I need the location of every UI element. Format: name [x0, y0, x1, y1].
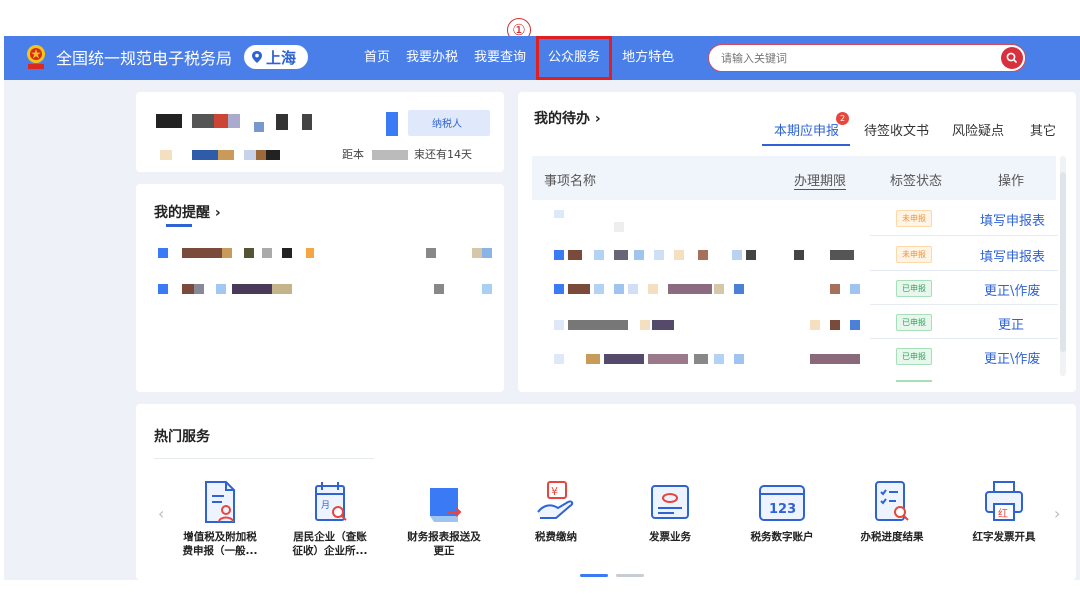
service-label: 增值税及附加税	[183, 531, 257, 543]
site-title: 全国统一规范电子税务局	[56, 49, 233, 68]
service-label: 办税进度结果	[860, 531, 924, 543]
reminders-title[interactable]: 我的提醒 ›	[154, 202, 221, 222]
fee-payment-icon: ¥	[537, 481, 574, 519]
digital-account-icon: 123	[759, 485, 805, 521]
nav-public-service[interactable]: 公众服务	[536, 36, 613, 80]
service-label: 财务报表报送及	[407, 531, 481, 543]
status-badge: 已申报	[896, 280, 932, 297]
report-send-icon	[430, 488, 462, 522]
hot-services-card: 热门服务 ‹ › 增值税及附加税 费申报（一般... 月 居民企业（查账 征收）…	[136, 404, 1076, 580]
svg-text:月: 月	[321, 500, 330, 511]
carousel-dot[interactable]	[616, 574, 644, 577]
document-user-icon	[205, 481, 235, 523]
status-badge: 已申报	[896, 348, 932, 365]
nav-tax-handling[interactable]: 我要办税	[398, 36, 466, 80]
fill-declaration-link[interactable]: 填写申报表	[980, 210, 1045, 229]
status-badge: 已申报	[896, 314, 932, 331]
svg-text:¥: ¥	[551, 485, 558, 498]
service-label: 更正	[433, 545, 455, 557]
tab-risk-doubts[interactable]: 风险疑点	[952, 120, 1004, 139]
dashboard: 纳税人 距本 束还有14天 我的提醒 › 我的待办 › 本期应申报 2 待签收文…	[4, 80, 1080, 580]
table-row	[554, 284, 564, 294]
fill-declaration-link[interactable]: 填写申报表	[980, 246, 1045, 265]
service-label: 征收）企业所...	[292, 545, 368, 557]
todo-card: 我的待办 › 本期应申报 2 待签收文书 风险疑点 其它 事项名称 办理期限 标…	[518, 92, 1076, 392]
service-label: 发票业务	[649, 531, 691, 543]
service-label: 费申报（一般...	[182, 545, 258, 557]
service-item[interactable]: 发票业务	[622, 478, 718, 544]
tab-current-declaration[interactable]: 本期应申报	[774, 120, 839, 139]
city-label: 上海	[266, 48, 297, 67]
status-badge: 未申报	[896, 210, 932, 227]
service-item[interactable]: 月 居民企业（查账 征收）企业所...	[282, 478, 378, 558]
carousel-next-icon[interactable]: ›	[1054, 504, 1060, 523]
service-label: 居民企业（查账	[293, 531, 367, 543]
nav-local-features[interactable]: 地方特色	[614, 36, 682, 80]
col-action: 操作	[998, 174, 1025, 189]
service-label: 红字发票开具	[972, 531, 1036, 543]
service-item[interactable]: ¥ 税费缴纳	[508, 478, 604, 544]
taxpayer-badge: 纳税人	[432, 119, 462, 130]
location-pin-icon	[252, 51, 263, 63]
tab-documents-to-sign[interactable]: 待签收文书	[864, 120, 929, 139]
service-item[interactable]: 123 税务数字账户	[734, 478, 830, 544]
national-emblem-icon	[27, 45, 45, 69]
service-label: 税费缴纳	[535, 531, 577, 543]
city-selector[interactable]: 上海	[244, 45, 309, 69]
table-row	[554, 250, 564, 260]
table-row	[554, 210, 564, 218]
deadline-suffix: 束还有14天	[414, 148, 472, 161]
nav-home[interactable]: 首页	[356, 36, 398, 80]
service-item[interactable]: 办税进度结果	[844, 478, 940, 544]
col-tag-status: 标签状态	[890, 174, 943, 189]
red-invoice-printer-icon: 红	[985, 481, 1023, 521]
table-row	[554, 320, 564, 330]
hot-services-title: 热门服务	[154, 429, 210, 445]
correct-void-link[interactable]: 更正\作废	[984, 280, 1040, 299]
carousel-dot-active[interactable]	[580, 574, 608, 577]
brand[interactable]: 全国统一规范电子税务局 上海	[24, 43, 309, 71]
calendar-search-icon: 月	[315, 482, 347, 521]
svg-text:红: 红	[998, 507, 1008, 520]
todo-scroll-thumb[interactable]	[1060, 172, 1066, 352]
search-input[interactable]	[721, 51, 1001, 65]
main-nav: 首页 我要办税 我要查询 公众服务 地方特色	[356, 36, 682, 80]
tab-badge: 2	[836, 112, 849, 125]
account-card: 纳税人 距本 束还有14天	[136, 92, 504, 172]
carousel-prev-icon[interactable]: ‹	[158, 504, 164, 523]
todo-title[interactable]: 我的待办 ›	[534, 108, 601, 128]
reminders-card: 我的提醒 ›	[136, 184, 504, 392]
service-item[interactable]: 增值税及附加税 费申报（一般...	[172, 478, 268, 558]
correct-void-link[interactable]: 更正\作废	[984, 348, 1040, 367]
checklist-search-icon	[875, 481, 909, 521]
search-box	[708, 44, 1026, 72]
service-item[interactable]: 财务报表报送及 更正	[396, 478, 492, 558]
deadline-prefix: 距本	[342, 148, 364, 161]
invoice-icon	[651, 485, 689, 519]
table-row	[554, 354, 564, 364]
service-item[interactable]: 红 红字发票开具	[956, 478, 1052, 544]
correct-link[interactable]: 更正	[998, 314, 1024, 333]
top-bar: 全国统一规范电子税务局 上海 首页 我要办税 我要查询 公众服务 地方特色	[4, 36, 1080, 80]
col-item-name: 事项名称	[544, 174, 597, 189]
status-badge: 未申报	[896, 246, 932, 263]
search-button[interactable]	[1001, 47, 1023, 69]
svg-text:123: 123	[769, 502, 796, 517]
service-label: 税务数字账户	[750, 531, 814, 543]
nav-query[interactable]: 我要查询	[466, 36, 534, 80]
col-deadline[interactable]: 办理期限	[794, 170, 847, 190]
tab-other[interactable]: 其它	[1030, 120, 1056, 139]
search-icon	[1006, 52, 1018, 64]
